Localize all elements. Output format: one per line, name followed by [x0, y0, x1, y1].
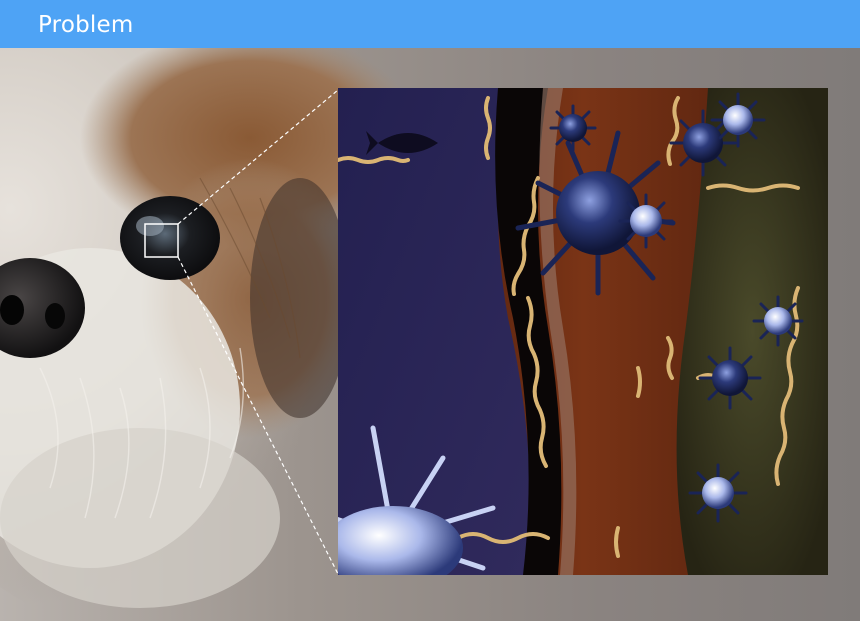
header-title: Problem — [38, 12, 134, 38]
magnify-callout — [144, 89, 339, 575]
header-bar: Problem — [0, 0, 860, 48]
slide: Problem — [0, 0, 860, 621]
